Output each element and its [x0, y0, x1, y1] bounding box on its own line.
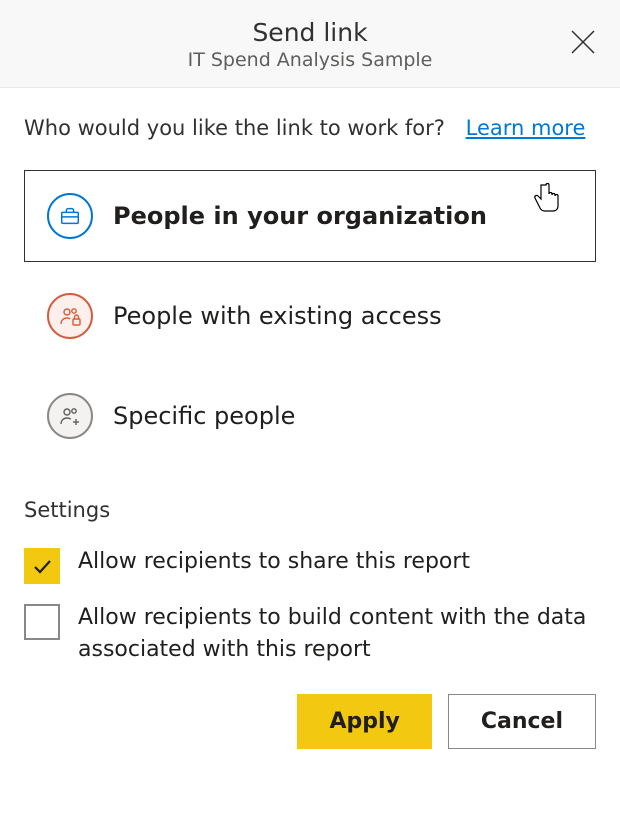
checkbox-allow-build[interactable]	[24, 604, 60, 640]
link-scope-options: People in your organization People with …	[24, 170, 596, 462]
option-existing-access[interactable]: People with existing access	[24, 270, 596, 362]
close-icon	[570, 29, 596, 55]
cancel-button[interactable]: Cancel	[448, 694, 596, 749]
checkmark-icon	[30, 554, 54, 578]
people-lock-icon	[47, 293, 93, 339]
option-people-in-org[interactable]: People in your organization	[24, 170, 596, 262]
dialog-content: Who would you like the link to work for?…	[0, 88, 620, 773]
learn-more-link[interactable]: Learn more	[466, 116, 586, 140]
dialog-title: Send link	[24, 18, 596, 47]
close-button[interactable]	[570, 27, 596, 61]
dialog-buttons: Apply Cancel	[24, 694, 596, 749]
checkbox-label: Allow recipients to build content with t…	[78, 602, 596, 666]
checkbox-allow-build-row: Allow recipients to build content with t…	[24, 602, 596, 666]
dialog-subtitle: IT Spend Analysis Sample	[24, 49, 596, 71]
briefcase-icon	[47, 193, 93, 239]
settings-heading: Settings	[24, 498, 596, 522]
checkbox-allow-share[interactable]	[24, 548, 60, 584]
apply-button[interactable]: Apply	[297, 694, 431, 749]
checkbox-label: Allow recipients to share this report	[78, 546, 470, 578]
people-add-icon	[47, 393, 93, 439]
option-specific-people[interactable]: Specific people	[24, 370, 596, 462]
option-label: Specific people	[113, 402, 295, 430]
prompt-row: Who would you like the link to work for?…	[24, 116, 596, 140]
prompt-text: Who would you like the link to work for?	[24, 116, 445, 140]
checkbox-allow-share-row: Allow recipients to share this report	[24, 546, 596, 584]
dialog-header: Send link IT Spend Analysis Sample	[0, 0, 620, 88]
option-label: People in your organization	[113, 202, 487, 230]
hand-cursor-icon	[527, 177, 567, 225]
option-label: People with existing access	[113, 302, 442, 330]
